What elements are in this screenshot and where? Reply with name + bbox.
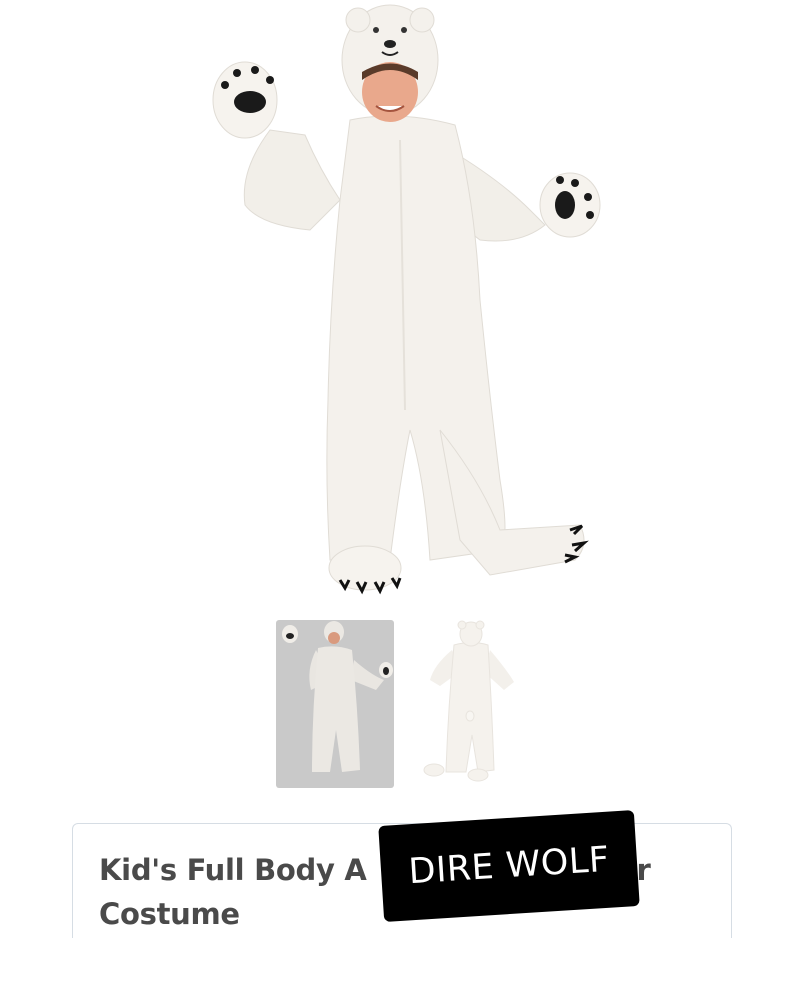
main-product-image[interactable] bbox=[200, 0, 620, 600]
product-title-line2: Costume bbox=[99, 897, 240, 931]
overlay-sticker-label: DIRE WOLF bbox=[378, 810, 640, 922]
thumbnail-front-view[interactable] bbox=[276, 620, 394, 788]
bottom-area bbox=[0, 938, 804, 1000]
thumbnail-back-view[interactable] bbox=[412, 620, 530, 788]
overlay-text: DIRE WOLF bbox=[407, 839, 611, 893]
product-title-line1: Kid's Full Body A bbox=[99, 853, 367, 887]
product-title-line1-tail: r bbox=[636, 853, 651, 887]
